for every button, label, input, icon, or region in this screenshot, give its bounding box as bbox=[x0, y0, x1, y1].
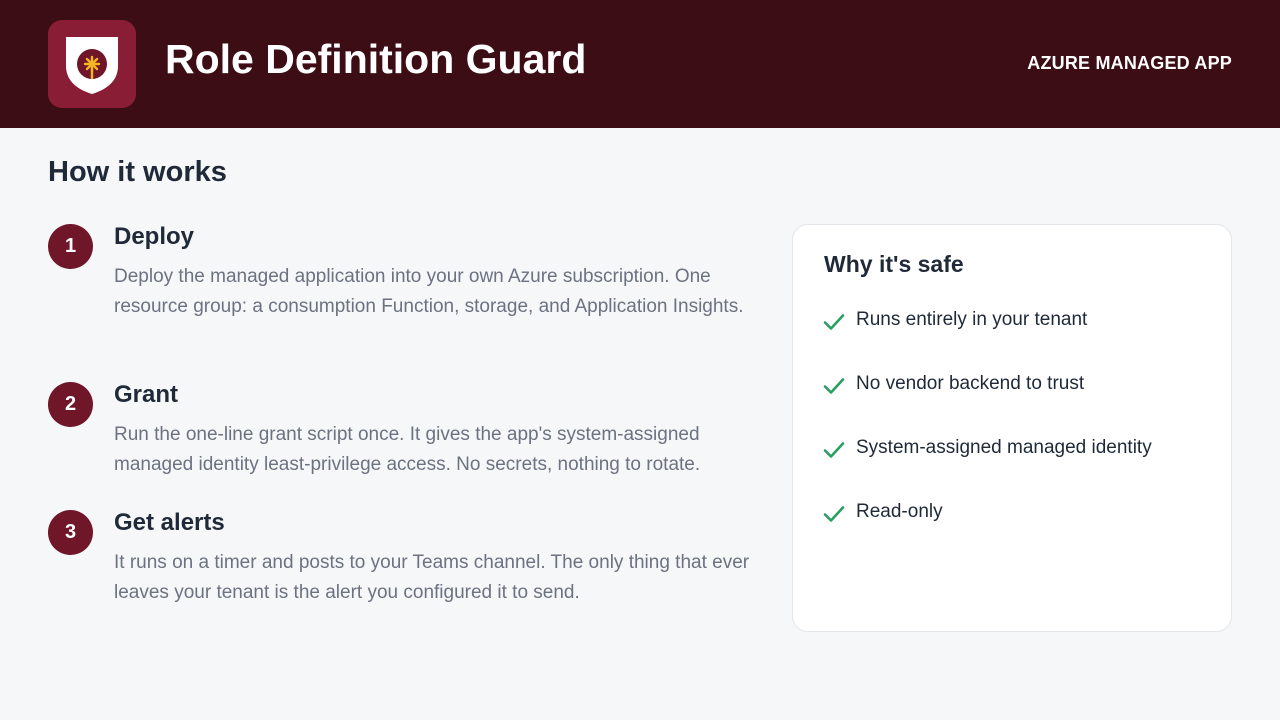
step-get-alerts: 3 Get alerts It runs on a timer and post… bbox=[48, 509, 749, 610]
header-tagline: AZURE MANAGED APP bbox=[1027, 53, 1232, 73]
step-deploy: 1 Deploy Deploy the managed application … bbox=[48, 224, 748, 354]
step-description: It runs on a timer and posts to your Tea… bbox=[114, 552, 750, 603]
step-number-badge: 3 bbox=[48, 510, 93, 555]
step-title: Get alerts bbox=[114, 509, 225, 536]
list-item-label: Read-only bbox=[856, 501, 943, 522]
check-icon bbox=[823, 314, 845, 330]
shield-icon bbox=[66, 37, 118, 94]
list-item-label: Runs entirely in your tenant bbox=[856, 309, 1088, 330]
app-logo bbox=[48, 20, 136, 108]
check-icon bbox=[823, 442, 845, 458]
list-item: No vendor backend to trust bbox=[823, 369, 1213, 399]
check-icon bbox=[823, 506, 845, 522]
check-icon bbox=[823, 378, 845, 394]
section-title: How it works bbox=[48, 156, 227, 188]
step-title: Grant bbox=[114, 381, 179, 408]
step-description: Deploy the managed application into your… bbox=[114, 266, 744, 317]
step-title: Deploy bbox=[114, 223, 195, 250]
app-title: Role Definition Guard bbox=[165, 36, 587, 82]
step-number-badge: 2 bbox=[48, 382, 93, 427]
list-item: Read-only bbox=[823, 497, 1213, 527]
step-description: Run the one-line grant script once. It g… bbox=[114, 424, 701, 475]
why-safe-card: Why it's safe Runs entirely in your tena… bbox=[792, 224, 1232, 632]
app-header: Role Definition Guard AZURE MANAGED APP bbox=[0, 0, 1280, 128]
list-item: System-assigned managed identity bbox=[823, 433, 1213, 463]
step-number-badge: 1 bbox=[48, 224, 93, 269]
step-grant: 2 Grant Run the one-line grant script on… bbox=[48, 382, 748, 482]
list-item-label: No vendor backend to trust bbox=[856, 373, 1085, 394]
card-title: Why it's safe bbox=[824, 251, 964, 277]
list-item-label: System-assigned managed identity bbox=[856, 437, 1152, 458]
list-item: Runs entirely in your tenant bbox=[823, 305, 1213, 335]
